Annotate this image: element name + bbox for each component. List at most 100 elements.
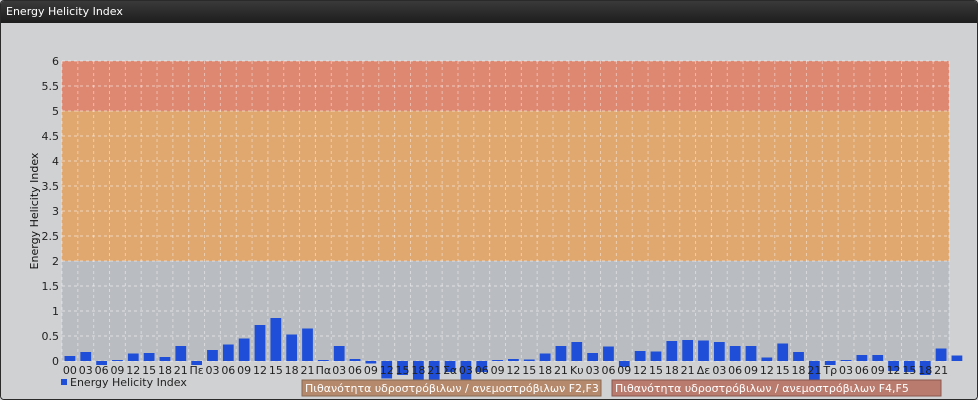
bar-21: [302, 328, 313, 361]
x-tick-label: 15: [269, 364, 283, 377]
x-tick-label: 06: [475, 364, 489, 377]
bar-00: [64, 356, 76, 361]
x-tick-label: 18: [665, 364, 679, 377]
x-tick-label: 12: [633, 364, 647, 377]
y-tick-label: 0: [52, 355, 59, 368]
bar-15: [270, 318, 282, 361]
band-legend-f2f3[interactable]: Πιθανότητα υδροστρόβιλων / ανεμοστρόβιλω…: [301, 379, 602, 397]
bar-06: [349, 359, 361, 361]
bar-21: [555, 346, 567, 361]
x-tick-label: Σα: [443, 364, 457, 377]
x-tick-label: 18: [538, 364, 552, 377]
chart-window: Energy Helicity Index 0 0.5 1 1.5 2 2.5 3 3.5 4 4…: [0, 0, 978, 400]
bar-18: [286, 334, 298, 361]
y-tick-label: 3.5: [42, 180, 60, 193]
x-tick-label: 09: [491, 364, 505, 377]
x-tick-label: Τρ: [822, 364, 837, 377]
x-tick-label: 09: [617, 364, 631, 377]
x-tick-label: 15: [649, 364, 663, 377]
bar-03: [333, 346, 345, 361]
x-tick-label: 03: [712, 364, 726, 377]
x-tick-label: 18: [411, 364, 425, 377]
bar-12: [761, 357, 773, 361]
bar-06: [603, 346, 614, 361]
y-tick-label: 5: [52, 105, 59, 118]
x-tick-label: 03: [586, 364, 600, 377]
bar-12: [508, 359, 519, 361]
bar-undefined: [951, 355, 963, 361]
x-tick-label: 06: [221, 364, 235, 377]
legend-marker: [61, 379, 67, 385]
x-tick-label: Δε: [697, 364, 711, 377]
bar-18: [666, 341, 678, 361]
ehi-chart: 00.511.522.533.544.555.56 00 03 06 09 12 15 18…: [1, 23, 977, 399]
bar-06: [729, 346, 741, 361]
x-tick-label: 03: [205, 364, 219, 377]
bar-09: [872, 355, 884, 361]
bar-18: [793, 352, 804, 361]
bar-15: [143, 353, 155, 361]
y-tick-label: 1.5: [42, 280, 60, 293]
y-axis-label: Energy Helicity Index: [28, 152, 41, 269]
x-tick-label: 12: [506, 364, 520, 377]
x-tick-label: 12: [380, 364, 394, 377]
x-tick-label: Πα: [316, 364, 332, 377]
x-tick-label: 15: [902, 364, 916, 377]
legend-label: Energy Helicity Index: [70, 376, 187, 389]
bar-03: [587, 353, 599, 361]
x-tick-label: 09: [364, 364, 378, 377]
x-tick-label: Πε: [190, 364, 204, 377]
bar-09: [238, 338, 250, 361]
x-tick-label: 03: [839, 364, 853, 377]
bar-Πα: [317, 360, 329, 361]
x-tick-label: 09: [237, 364, 251, 377]
x-tick-label: 18: [285, 364, 299, 377]
y-tick-label: 2: [52, 255, 59, 268]
x-tick-label: 21: [301, 364, 315, 377]
band-legend-f2f3-label: Πιθανότητα υδροστρόβιλων / ανεμοστρόβιλω…: [305, 382, 599, 395]
x-tick-label: 03: [459, 364, 473, 377]
y-tick-label: 0.5: [42, 330, 60, 343]
band-legend-f4f5-label: Πιθανότητα υδροστρόβιλων / ανεμοστρόβιλω…: [615, 382, 909, 395]
y-tick-label: 6: [52, 55, 59, 68]
y-tick-label: 4.5: [42, 130, 60, 143]
bar-15: [650, 351, 662, 361]
bar-Κυ: [571, 342, 583, 361]
bar-18: [159, 357, 171, 361]
bar-09: [745, 346, 757, 361]
legend[interactable]: Energy Helicity Index: [61, 376, 187, 389]
bar-15: [777, 343, 789, 361]
bar-Δε: [698, 340, 709, 361]
x-tick-label: 15: [522, 364, 536, 377]
bar-09: [492, 360, 503, 361]
x-tick-label: Κυ: [570, 364, 584, 377]
bar-12: [254, 325, 266, 361]
bar-12: [127, 353, 139, 361]
y-tick-label: 4: [52, 155, 59, 168]
x-tick-label: 21: [427, 364, 441, 377]
x-tick-label: 15: [776, 364, 790, 377]
x-tick-label: 12: [253, 364, 267, 377]
band-legend-f4f5[interactable]: Πιθανότητα υδροστρόβιλων / ανεμοστρόβιλω…: [611, 379, 942, 397]
x-tick-label: 06: [855, 364, 869, 377]
x-tick-label: 06: [728, 364, 742, 377]
bar-09: [112, 360, 123, 361]
x-tick-label: 21: [934, 364, 948, 377]
y-tick-label: 3: [52, 205, 59, 218]
bar-21: [682, 340, 694, 361]
x-tick-label: 18: [918, 364, 932, 377]
x-tick-label: 18: [792, 364, 806, 377]
x-tick-label: 06: [348, 364, 362, 377]
bar-03: [840, 360, 852, 361]
bar-18: [539, 353, 551, 361]
x-tick-label: 12: [887, 364, 901, 377]
y-tick-label: 5.5: [42, 80, 60, 93]
x-tick-label: 15: [396, 364, 410, 377]
bar-03: [80, 352, 92, 361]
x-tick-label: 12: [760, 364, 774, 377]
x-tick-label: 21: [554, 364, 568, 377]
window-title: Energy Helicity Index: [1, 1, 977, 23]
bar-03: [713, 342, 725, 361]
bar-21: [175, 346, 187, 361]
y-tick-label: 1: [52, 305, 59, 318]
